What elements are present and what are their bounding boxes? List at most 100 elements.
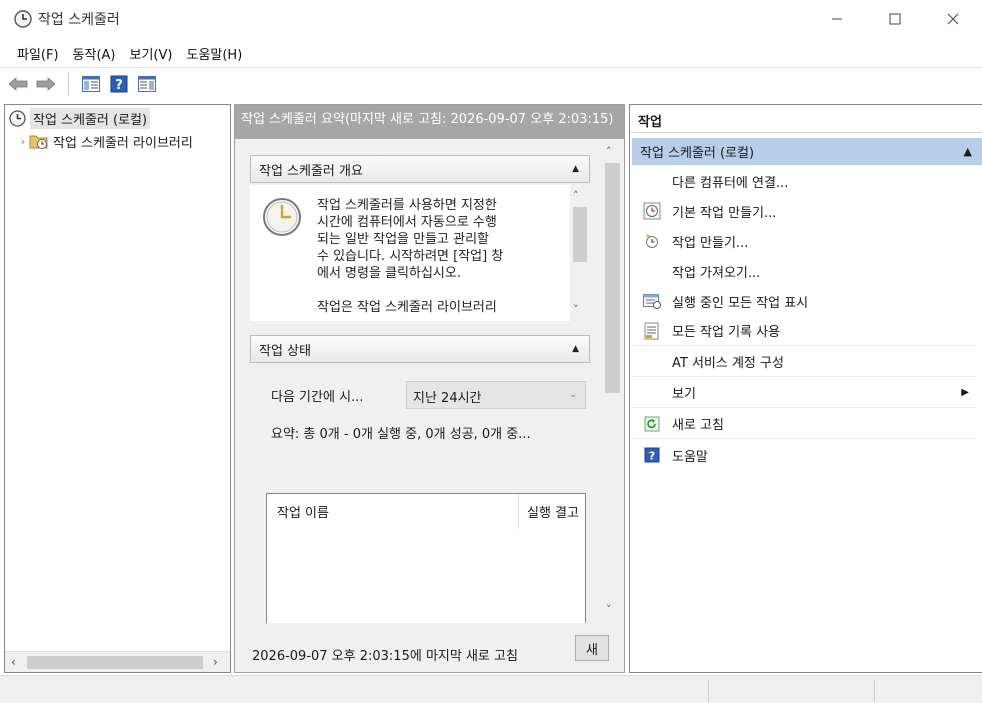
task-scheduler-app-icon xyxy=(14,10,32,28)
help-icon: ? xyxy=(632,447,672,463)
action-label: 다른 컴퓨터에 연결... xyxy=(672,175,789,191)
overview-line xyxy=(317,282,557,299)
menu-file[interactable]: 파일(F) xyxy=(10,44,66,63)
status-summary: 요약: 총 0개 - 0개 실행 중, 0개 성공, 0개 중... xyxy=(271,427,531,442)
back-arrow-icon[interactable] xyxy=(6,72,30,96)
summary-header: 작업 스케줄러 요약(마지막 새로 고침: 2026-09-07 오후 2:03… xyxy=(235,105,624,139)
action-label: 새로 고침 xyxy=(672,418,724,433)
toolbar-separator xyxy=(68,72,69,95)
status-bar xyxy=(0,675,982,703)
action-create-basic-task[interactable]: 기본 작업 만들기... xyxy=(632,196,977,226)
last-refresh-text: 2026-09-07 오후 2:03:15에 마지막 새로 고침 xyxy=(252,649,518,664)
toolbar: ? xyxy=(0,67,982,99)
action-label: 모든 작업 기록 사용 xyxy=(672,325,781,340)
clock-large-icon xyxy=(263,198,301,236)
history-icon xyxy=(632,322,672,340)
action-label: 작업 가져오기... xyxy=(672,265,761,281)
status-bar-divider xyxy=(874,680,875,702)
action-label: AT 서비스 계정 구성 xyxy=(672,356,784,371)
action-help[interactable]: ? 도움말 xyxy=(632,440,977,470)
create-task-icon xyxy=(632,233,672,249)
menu-help[interactable]: 도움말(H) xyxy=(179,44,249,63)
clock-wizard-icon xyxy=(632,202,672,220)
scroll-right-icon[interactable]: › xyxy=(213,655,218,669)
period-select-value: 지난 24시간 xyxy=(413,391,482,406)
overview-vertical-scrollbar[interactable]: ˄ ˅ xyxy=(570,185,590,321)
action-label: 도움말 xyxy=(672,449,708,465)
refresh-icon xyxy=(632,416,672,432)
task-status-title: 작업 상태 xyxy=(259,343,311,359)
action-import-task[interactable]: 작업 가져오기... xyxy=(632,256,977,286)
actions-pane: 작업 작업 스케줄러 (로컬) ▲ 다른 컴퓨터에 연결... 기본 작업 만들… xyxy=(629,104,982,673)
title-bar: 작업 스케줄러 xyxy=(0,0,982,38)
action-create-task[interactable]: 작업 만들기... xyxy=(632,226,977,256)
overview-line: 시간에 컴퓨터에서 자동으로 수행 xyxy=(317,215,497,230)
actions-group-header[interactable]: 작업 스케줄러 (로컬) ▲ xyxy=(632,138,982,165)
action-refresh[interactable]: 새로 고침 xyxy=(632,409,977,439)
folder-clock-icon xyxy=(29,135,48,149)
summary-pane: 작업 스케줄러 요약(마지막 새로 고침: 2026-09-07 오후 2:03… xyxy=(234,104,625,673)
action-label: 실행 중인 모든 작업 표시 xyxy=(672,295,809,311)
running-tasks-icon xyxy=(632,293,672,309)
maximize-button[interactable] xyxy=(866,0,924,38)
period-select[interactable]: 지난 24시간 ⌄ xyxy=(406,381,586,409)
overview-section-header[interactable]: 작업 스케줄러 개요 ▲ xyxy=(250,155,590,183)
actions-title: 작업 xyxy=(630,105,982,133)
scrollbar-thumb[interactable] xyxy=(27,656,203,669)
tree-item-library[interactable]: › 작업 스케줄러 라이브러리 xyxy=(17,131,193,151)
action-connect-computer[interactable]: 다른 컴퓨터에 연결... xyxy=(632,166,977,196)
chevron-right-icon[interactable]: › xyxy=(17,135,29,148)
column-header-task-name[interactable]: 작업 이름 xyxy=(277,502,329,521)
scroll-left-icon[interactable]: ‹ xyxy=(11,655,16,669)
collapse-up-icon[interactable]: ▲ xyxy=(572,164,579,174)
task-status-section-header[interactable]: 작업 상태 ▲ xyxy=(250,335,590,363)
minimize-button[interactable] xyxy=(808,0,866,38)
horizontal-scrollbar[interactable]: ‹ › xyxy=(5,651,230,672)
scroll-up-icon[interactable]: ˄ xyxy=(573,189,579,202)
clock-icon xyxy=(9,109,26,127)
action-display-running-tasks[interactable]: 실행 중인 모든 작업 표시 xyxy=(632,286,977,316)
action-label: 작업 만들기... xyxy=(672,235,749,251)
svg-text:?: ? xyxy=(649,450,655,463)
scrollbar-thumb[interactable] xyxy=(605,163,620,393)
summary-vertical-scrollbar[interactable]: ˄ ˅ xyxy=(603,141,622,621)
status-bar-divider xyxy=(708,680,709,702)
action-configure-at-service[interactable]: AT 서비스 계정 구성 xyxy=(632,347,977,377)
tree-item-root[interactable]: 작업 스케줄러 (로컬) xyxy=(9,107,151,129)
menu-action[interactable]: 동작(A) xyxy=(66,44,123,63)
column-header-run-result[interactable]: 실행 결고 xyxy=(527,502,579,521)
scrollbar-thumb[interactable] xyxy=(573,207,587,262)
action-label: 기본 작업 만들기... xyxy=(672,205,777,221)
help-icon[interactable]: ? xyxy=(107,72,131,96)
tree-item-library-label: 작업 스케줄러 라이브러리 xyxy=(53,135,193,151)
refresh-button[interactable]: 새 xyxy=(575,635,609,661)
overview-line: 에서 명령을 클릭하십시오. xyxy=(317,266,461,281)
chevron-down-icon: ⌄ xyxy=(569,390,577,400)
overview-line: 작업 스케줄러를 사용하면 지정한 xyxy=(317,198,497,213)
overview-title: 작업 스케줄러 개요 xyxy=(259,163,363,179)
scroll-down-icon[interactable]: ˅ xyxy=(573,303,579,316)
period-label: 다음 기간에 시... xyxy=(271,390,364,405)
action-enable-history[interactable]: 모든 작업 기록 사용 xyxy=(632,316,977,346)
scroll-down-icon[interactable]: ˅ xyxy=(606,603,612,616)
column-divider[interactable] xyxy=(518,494,519,529)
collapse-up-icon[interactable]: ▲ xyxy=(572,344,579,354)
submenu-arrow-icon: ▶ xyxy=(961,387,969,398)
show-hide-tree-icon[interactable] xyxy=(79,72,103,96)
close-button[interactable] xyxy=(924,0,982,38)
overview-line: 수 있습니다. 시작하려면 [작업] 창 xyxy=(317,249,504,264)
console-tree-pane: 작업 스케줄러 (로컬) › 작업 스케줄러 라이브러리 ‹ › xyxy=(4,104,231,673)
overview-body: 작업 스케줄러를 사용하면 지정한 시간에 컴퓨터에서 자동으로 수행 되는 일… xyxy=(250,185,590,321)
scroll-up-icon[interactable]: ˄ xyxy=(606,145,612,158)
menu-view[interactable]: 보기(V) xyxy=(123,44,180,63)
summary-footer: 2026-09-07 오후 2:03:15에 마지막 새로 고침 새 xyxy=(235,623,624,672)
collapse-triangle-icon[interactable]: ▲ xyxy=(964,145,972,158)
overview-line: 되는 일반 작업을 만들고 관리할 xyxy=(317,232,490,247)
forward-arrow-icon[interactable] xyxy=(34,72,58,96)
show-hide-action-pane-icon[interactable] xyxy=(135,72,159,96)
action-view[interactable]: 보기 ▶ xyxy=(632,378,977,408)
tree-item-root-label: 작업 스케줄러 (로컬) xyxy=(30,107,151,129)
task-status-table[interactable]: 작업 이름 실행 결고 xyxy=(266,493,586,625)
overview-description: 작업 스케줄러를 사용하면 지정한 시간에 컴퓨터에서 자동으로 수행 되는 일… xyxy=(317,197,557,316)
window-title: 작업 스케줄러 xyxy=(38,12,120,28)
